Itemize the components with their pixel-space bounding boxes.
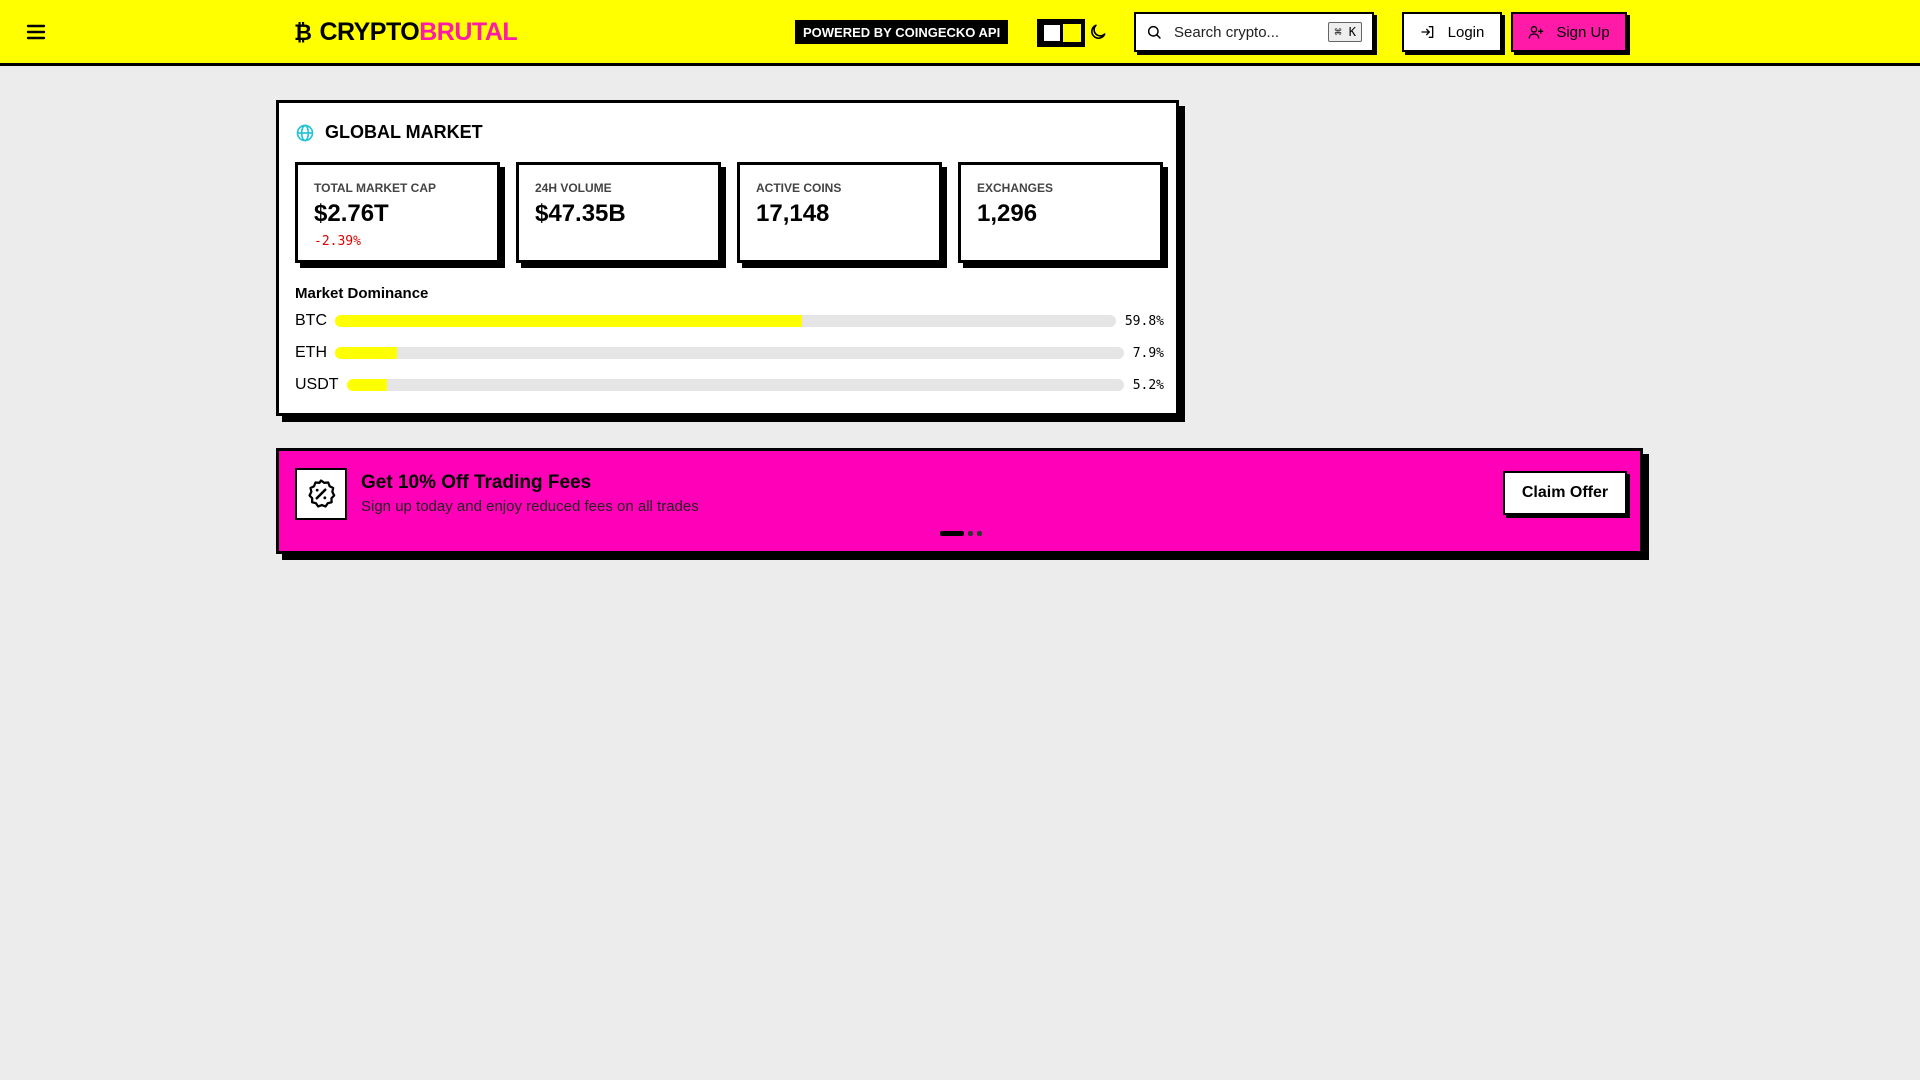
stat-card-active-coins: ACTIVE COINS 17,148 bbox=[737, 162, 942, 263]
stat-label: 24H VOLUME bbox=[535, 181, 612, 195]
carousel-dot[interactable] bbox=[968, 531, 973, 536]
hamburger-menu-icon[interactable] bbox=[24, 20, 48, 44]
dominance-percent: 5.2% bbox=[1132, 377, 1164, 393]
dominance-bar-track bbox=[335, 347, 1124, 359]
search-box[interactable]: ⌘ K bbox=[1134, 12, 1374, 52]
stat-value: $47.35B bbox=[535, 200, 626, 227]
dominance-percent: 7.9% bbox=[1132, 345, 1164, 361]
logo-text-primary: CRYPTO bbox=[319, 18, 420, 46]
dominance-bar-fill bbox=[335, 347, 398, 359]
bitcoin-icon: ₿ bbox=[294, 19, 312, 45]
stat-label: EXCHANGES bbox=[977, 181, 1054, 195]
stat-value: 1,296 bbox=[977, 200, 1038, 227]
search-shortcut-hint: ⌘ K bbox=[1328, 22, 1362, 42]
promo-banner: Get 10% Off Trading Fees Sign up today a… bbox=[276, 448, 1643, 554]
global-market-heading: GLOBAL MARKET bbox=[295, 122, 483, 143]
theme-toggle[interactable] bbox=[1037, 19, 1085, 47]
brand-logo[interactable]: ₿ CRYPTO BRUTAL bbox=[294, 18, 518, 47]
powered-by-badge: POWERED BY COINGECKO API bbox=[795, 20, 1009, 44]
dominance-row-usdt: USDT 5.2% bbox=[295, 375, 1164, 395]
search-icon bbox=[1147, 25, 1161, 39]
toggle-knob-light bbox=[1043, 24, 1061, 42]
carousel-dot-active[interactable] bbox=[940, 531, 964, 536]
dominance-row-eth: ETH 7.9% bbox=[295, 343, 1164, 363]
market-stats: TOTAL MARKET CAP $2.76T -2.39% 24H VOLUM… bbox=[295, 162, 1163, 263]
stat-value: 17,148 bbox=[756, 200, 830, 227]
dominance-symbol: BTC bbox=[295, 312, 327, 329]
signup-button[interactable]: Sign Up bbox=[1511, 12, 1627, 52]
dominance-symbol: USDT bbox=[295, 376, 339, 393]
promo-subtitle: Sign up today and enjoy reduced fees on … bbox=[361, 498, 699, 515]
toggle-knob-active bbox=[1063, 24, 1081, 42]
stat-card-exchanges: EXCHANGES 1,296 bbox=[958, 162, 1163, 263]
login-icon bbox=[1420, 26, 1433, 38]
global-market-card: GLOBAL MARKET TOTAL MARKET CAP $2.76T -2… bbox=[276, 100, 1179, 416]
dominance-row-btc: BTC 59.8% bbox=[295, 311, 1164, 331]
user-plus-icon bbox=[1528, 26, 1544, 39]
stat-label: TOTAL MARKET CAP bbox=[314, 181, 436, 195]
promo-title: Get 10% Off Trading Fees bbox=[361, 472, 592, 493]
dominance-bar-fill bbox=[335, 315, 802, 327]
stat-card-market-cap: TOTAL MARKET CAP $2.76T -2.39% bbox=[295, 162, 500, 263]
dominance-bar-fill bbox=[346, 379, 387, 391]
market-dominance-title: Market Dominance bbox=[295, 285, 429, 302]
login-label: Login bbox=[1447, 23, 1485, 41]
signup-label: Sign Up bbox=[1556, 23, 1610, 41]
stat-card-volume: 24H VOLUME $47.35B bbox=[516, 162, 721, 263]
login-button[interactable]: Login bbox=[1402, 12, 1502, 52]
search-input[interactable] bbox=[1174, 23, 1324, 41]
dominance-bar-track bbox=[335, 315, 1116, 327]
dominance-symbol: ETH bbox=[295, 344, 327, 361]
claim-offer-button[interactable]: Claim Offer bbox=[1503, 471, 1627, 515]
moon-icon[interactable] bbox=[1088, 22, 1108, 42]
stat-change: -2.39% bbox=[314, 234, 361, 249]
percent-badge-icon bbox=[295, 468, 347, 520]
logo-text-accent: BRUTAL bbox=[419, 18, 518, 46]
dominance-percent: 59.8% bbox=[1124, 313, 1164, 329]
dominance-bar-track bbox=[346, 379, 1124, 391]
carousel-dot[interactable] bbox=[977, 531, 982, 536]
carousel-indicators bbox=[940, 531, 982, 536]
globe-icon bbox=[296, 124, 314, 141]
stat-value: $2.76T bbox=[314, 200, 389, 227]
stat-label: ACTIVE COINS bbox=[756, 181, 842, 195]
top-header: ₿ CRYPTO BRUTAL POWERED BY COINGECKO API … bbox=[0, 0, 1920, 66]
global-market-title: GLOBAL MARKET bbox=[325, 122, 483, 142]
